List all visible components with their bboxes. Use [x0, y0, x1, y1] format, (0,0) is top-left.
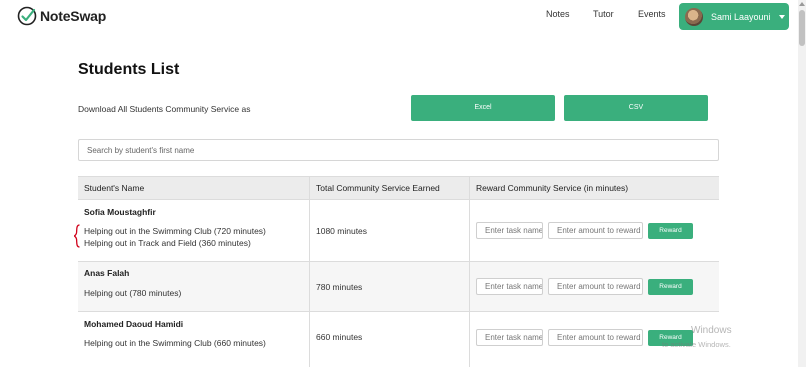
reward-amount-input[interactable] — [548, 222, 643, 239]
scrollbar-thumb[interactable] — [799, 10, 805, 46]
avatar — [685, 7, 703, 26]
excel-download-button[interactable]: Excel — [411, 95, 555, 121]
reward-button[interactable]: Reward — [648, 279, 693, 295]
user-menu-button[interactable]: Sami Laayouni — [679, 3, 789, 30]
table-row: Mohamed Daoud Hamidi Helping out in the … — [78, 312, 719, 367]
student-name: Sofia Moustaghfir — [84, 207, 156, 217]
caret-down-icon — [778, 14, 785, 19]
task-entry: Helping out (780 minutes) — [84, 288, 182, 298]
student-name: Anas Falah — [84, 268, 130, 278]
students-table: Student's Name Total Community Service E… — [78, 176, 719, 367]
total-cell: 1080 minutes — [310, 200, 470, 261]
scroll-up-arrow-icon[interactable] — [799, 2, 805, 6]
task-name-input[interactable] — [476, 329, 543, 346]
total-minutes: 1080 minutes — [316, 226, 368, 236]
column-header-total: Total Community Service Earned — [310, 177, 470, 199]
task-entry: Helping out in the Swimming Club (660 mi… — [84, 338, 266, 348]
checkmark-logo-icon — [17, 6, 37, 26]
reward-amount-input[interactable] — [548, 278, 643, 295]
task-name-input[interactable] — [476, 278, 543, 295]
nav-link-tutor[interactable]: Tutor — [593, 9, 614, 19]
csv-download-button[interactable]: CSV — [564, 95, 708, 121]
student-cell: Anas Falah Helping out (780 minutes) — [78, 262, 310, 311]
nav-link-notes[interactable]: Notes — [546, 9, 570, 19]
task-entry: Helping out in the Swimming Club (720 mi… — [84, 226, 266, 236]
download-label: Download All Students Community Service … — [78, 104, 251, 114]
reward-amount-input[interactable] — [548, 329, 643, 346]
total-cell: 660 minutes — [310, 312, 470, 367]
search-input[interactable] — [78, 139, 719, 161]
user-name: Sami Laayouni — [711, 11, 771, 22]
table-row: Anas Falah Helping out (780 minutes) 780… — [78, 262, 719, 312]
page-title: Students List — [78, 61, 180, 78]
column-header-name: Student's Name — [78, 177, 310, 199]
task-entry: Helping out in Track and Field (360 minu… — [84, 238, 251, 248]
nav-link-events[interactable]: Events — [638, 9, 666, 19]
reward-button[interactable]: Reward — [648, 223, 693, 239]
navbar: NoteSwap Notes Tutor Events Sami Laayoun… — [0, 0, 798, 34]
total-minutes: 660 minutes — [316, 332, 363, 342]
activation-watermark-text: to activate Windows. — [662, 340, 731, 349]
page-scrollbar[interactable] — [798, 0, 806, 367]
total-minutes: 780 minutes — [316, 282, 363, 292]
brand-name: NoteSwap — [40, 8, 107, 24]
annotation-brace-icon — [73, 224, 80, 248]
task-name-input[interactable] — [476, 222, 543, 239]
column-header-reward: Reward Community Service (in minutes) — [476, 183, 629, 193]
total-cell: 780 minutes — [310, 262, 470, 311]
reward-cell: Reward — [470, 262, 719, 311]
brand-logo[interactable]: NoteSwap — [17, 6, 106, 26]
table-row: Sofia Moustaghfir Helping out in the Swi… — [78, 200, 719, 262]
table-header-row: Student's Name Total Community Service E… — [78, 177, 719, 200]
student-cell: Sofia Moustaghfir Helping out in the Swi… — [78, 200, 310, 261]
reward-cell: Reward — [470, 200, 719, 261]
activation-watermark-title: Windows — [691, 325, 732, 336]
student-name: Mohamed Daoud Hamidi — [84, 319, 184, 329]
student-cell: Mohamed Daoud Hamidi Helping out in the … — [78, 312, 310, 367]
